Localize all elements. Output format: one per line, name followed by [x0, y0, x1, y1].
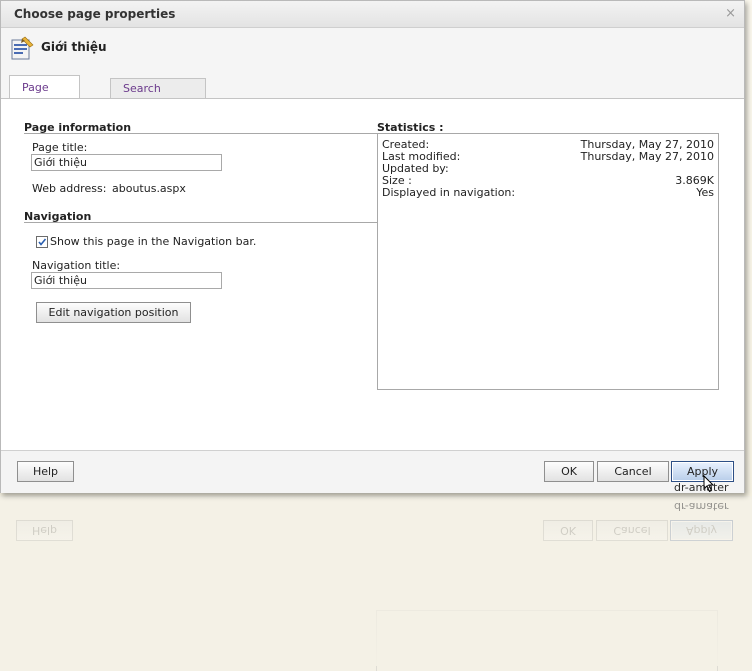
edit-navigation-position-button[interactable]: Edit navigation position — [36, 302, 191, 323]
show-in-navigation-checkbox[interactable] — [36, 236, 48, 248]
navigation-title-input[interactable] — [31, 272, 222, 289]
statistics-box: Created: Thursday, May 27, 2010 Last mod… — [377, 133, 719, 390]
stat-row: Last modified: Thursday, May 27, 2010 — [382, 150, 714, 163]
close-icon[interactable]: × — [725, 6, 736, 21]
stat-row: Size : 3.869K — [382, 174, 714, 187]
page-title-label: Page title: — [32, 141, 88, 154]
dialog-title: Choose page properties — [14, 7, 176, 21]
checkmark-icon — [38, 238, 47, 246]
tab-page-settings[interactable]: Page Settings — [9, 75, 81, 118]
navigation-divider — [24, 222, 381, 223]
stat-row: Displayed in navigation: Yes — [382, 186, 714, 199]
tab-content-page-settings: Page information Page title: Web address… — [1, 99, 744, 449]
ok-button[interactable]: OK — [544, 461, 594, 482]
reflection-fade — [0, 497, 752, 666]
stat-value: Yes — [696, 186, 714, 199]
page-name: Giới thiệu — [41, 40, 107, 54]
stat-key: Displayed in navigation: — [382, 186, 516, 199]
stat-row: Created: Thursday, May 27, 2010 — [382, 138, 714, 151]
navigation-title-label: Navigation title: — [32, 259, 121, 272]
web-address-value: aboutus.aspx — [112, 182, 186, 195]
stat-row: Updated by: — [382, 162, 714, 175]
dialog-footer: Help OK Cancel Apply — [1, 450, 744, 493]
web-address-label: Web address: — [32, 182, 107, 195]
dialog-titlebar[interactable]: Choose page properties × — [1, 1, 744, 28]
page-properties-icon — [11, 36, 34, 60]
watermark: dr-amater — [674, 481, 729, 494]
cancel-button[interactable]: Cancel — [597, 461, 669, 482]
page-properties-dialog: Choose page properties × Giới thiệu Page… — [0, 0, 745, 493]
page-information-divider — [24, 133, 377, 134]
help-button[interactable]: Help — [17, 461, 74, 482]
page-title-input[interactable] — [31, 154, 222, 171]
page-header: Giới thiệu Page Settings Search Engine O… — [1, 28, 744, 135]
tab-seo[interactable]: Search Engine Optimization — [110, 78, 207, 135]
show-in-navigation-label[interactable]: Show this page in the Navigation bar. — [50, 235, 256, 248]
